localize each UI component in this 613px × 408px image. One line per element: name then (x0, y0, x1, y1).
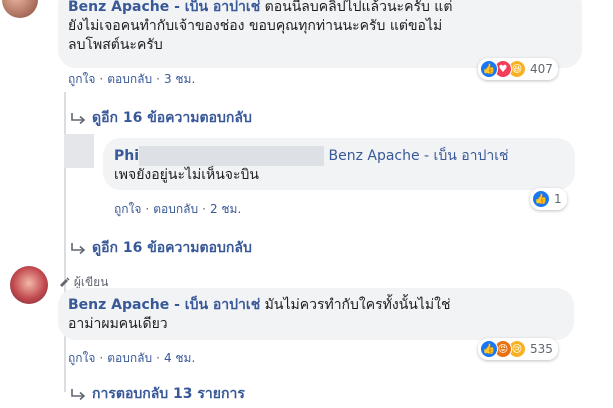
redacted-author-name (139, 146, 325, 166)
reply-button[interactable]: ตอบกลับ (107, 70, 152, 89)
like-button[interactable]: ถูกใจ (114, 200, 141, 219)
comment-text-line: มันไม่ควรทำกับใครทั้งนั้นไม่ใช่ (260, 297, 451, 313)
separator: · (156, 351, 160, 365)
separator: · (202, 202, 206, 216)
view-replies-link[interactable]: การตอบกลับ 13 รายการ (70, 383, 245, 405)
reply-actions: ถูกใจ · ตอบกลับ · 2 ชม. (114, 200, 241, 219)
comment-actions: ถูกใจ · ตอบกลับ · 4 ชม. (68, 349, 195, 368)
like-icon: 👍 (532, 190, 550, 208)
timestamp-link[interactable]: 2 ชม. (210, 200, 241, 219)
view-more-replies-link[interactable]: ดูอีก 16 ข้อความตอบกลับ (70, 107, 252, 129)
timestamp-link[interactable]: 4 ชม. (164, 349, 195, 368)
comment-author-link[interactable]: Benz Apache - เบ็น อาปาเช่ (68, 297, 260, 313)
author-badge-label: ผู้เขียน (73, 275, 109, 289)
reply-arrow-icon (71, 243, 86, 255)
comment-text-line: ยังไม่เจอคนทำกับเจ้าของช่อง ขอบคุณทุกท่า… (68, 18, 443, 34)
commenter-avatar[interactable] (2, 0, 38, 18)
like-icon: 👍 (480, 60, 498, 78)
like-button[interactable]: ถูกใจ (68, 349, 95, 368)
reply-button[interactable]: ตอบกลับ (107, 349, 152, 368)
reactions-summary[interactable]: 👍 😡 😢 535 (478, 338, 558, 360)
reactions-count: 1 (554, 192, 562, 206)
reply-arrow-icon (71, 113, 86, 125)
mention-link[interactable]: Benz Apache - เบ็น อาปาเช่ (328, 148, 508, 164)
reactions-summary[interactable]: 👍 1 (530, 188, 567, 210)
comment-text-line: อาม่าผมคนเดียว (68, 316, 168, 332)
separator: · (145, 202, 150, 216)
commenter-avatar[interactable] (10, 266, 48, 304)
comment-text-line: ตอนนี้ลบคลิปไปแล้วนะครับ แต่ (260, 0, 453, 15)
author-badge-icon (60, 277, 70, 287)
view-more-replies-label: ดูอีก 16 ข้อความตอบกลับ (92, 110, 252, 126)
like-button[interactable]: ถูกใจ (68, 70, 95, 89)
view-replies-label: การตอบกลับ 13 รายการ (92, 386, 245, 402)
reply-text: เพจยังอยู่นะไม่เห็นจะบิน (114, 167, 259, 183)
comment-bubble: Benz Apache - เบ็น อาปาเช่ มันไม่ควรทำกั… (58, 288, 574, 340)
comment-author-link[interactable]: Benz Apache - เบ็น อาปาเช่ (68, 0, 260, 15)
view-more-replies-label: ดูอีก 16 ข้อความตอบกลับ (92, 240, 252, 256)
like-icon: 👍 (480, 340, 498, 358)
reply-bubble: Phi Benz Apache - เบ็น อาปาเช่ เพจยังอยู… (103, 138, 575, 190)
separator: · (99, 351, 104, 365)
separator: · (99, 72, 104, 86)
reactions-count: 407 (530, 62, 553, 76)
reply-author-link[interactable]: Phi (114, 148, 139, 164)
separator: · (156, 72, 160, 86)
reply-button[interactable]: ตอบกลับ (153, 200, 198, 219)
reply-avatar-blurred[interactable] (64, 134, 94, 168)
comment-text-line: ลบโพสต์นะครับ (68, 37, 163, 53)
reactions-summary[interactable]: 👍 ♥ 😆 407 (478, 58, 558, 80)
view-more-replies-link[interactable]: ดูอีก 16 ข้อความตอบกลับ (70, 237, 252, 259)
comment-actions: ถูกใจ · ตอบกลับ · 3 ชม. (68, 70, 195, 89)
timestamp-link[interactable]: 3 ชม. (164, 70, 195, 89)
reactions-count: 535 (530, 342, 553, 356)
reply-arrow-icon (71, 389, 86, 401)
